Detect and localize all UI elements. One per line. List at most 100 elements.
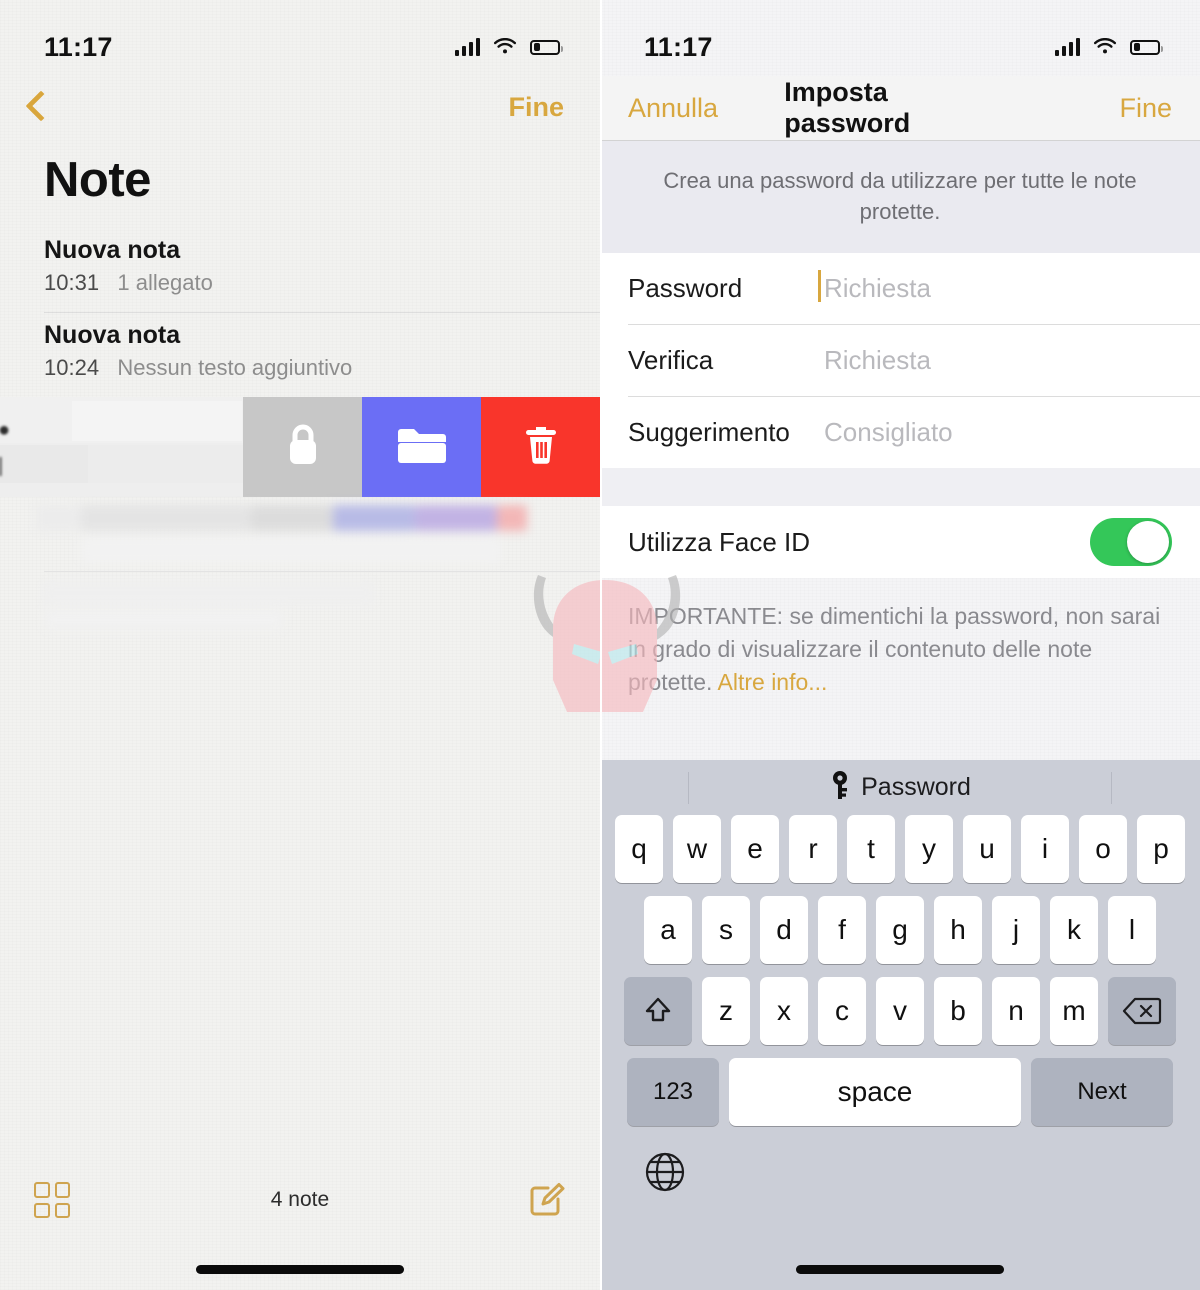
password-label: Password (628, 273, 743, 304)
shift-icon[interactable] (624, 977, 692, 1045)
status-icons (1055, 38, 1163, 56)
key-x[interactable]: x (760, 977, 808, 1045)
note-meta: 10:24 Nessun testo aggiuntivo (44, 355, 556, 381)
home-indicator (796, 1265, 1004, 1274)
status-time: 11:17 (644, 31, 713, 62)
lock-action-button[interactable] (243, 397, 362, 497)
important-text: IMPORTANTE: se dimentichi la password, n… (628, 603, 1161, 695)
done-button[interactable]: Fine (508, 92, 564, 123)
blurred-note-row-2[interactable] (0, 497, 600, 571)
key-g[interactable]: g (876, 896, 924, 964)
password-input[interactable]: Richiesta (818, 270, 931, 304)
key-r[interactable]: r (789, 815, 837, 883)
folder-icon (395, 422, 449, 473)
keyboard-row-3: z x c v b n m (600, 977, 1200, 1045)
page-title: Note (44, 153, 151, 207)
numbers-key[interactable]: 123 (627, 1058, 719, 1126)
globe-icon[interactable] (642, 1149, 688, 1195)
note-time: 10:31 (44, 270, 100, 295)
set-password-screen: 11:17 Annulla Imposta password Fine Crea… (600, 0, 1200, 1290)
key-j[interactable]: j (992, 896, 1040, 964)
note-count-label: 4 note (270, 1188, 330, 1211)
notes-list-screen: 11:17 Fine Note Nuova nota 10:31 1 alleg… (0, 0, 600, 1290)
status-time: 11:17 (44, 31, 113, 62)
battery-low-icon (530, 39, 563, 55)
key-y[interactable]: y (905, 815, 953, 883)
key-m[interactable]: m (1050, 977, 1098, 1045)
space-key[interactable]: space (729, 1058, 1021, 1126)
done-button[interactable]: Fine (1016, 93, 1172, 124)
verify-field-row[interactable]: Verifica Richiesta (600, 325, 1200, 396)
key-h[interactable]: h (934, 896, 982, 964)
hint-field-row[interactable]: Suggerimento Consigliato (600, 397, 1200, 468)
blurred-note-row-3[interactable] (0, 572, 600, 646)
key-e[interactable]: e (731, 815, 779, 883)
toggle-knob (1127, 521, 1169, 564)
key-i[interactable]: i (1021, 815, 1069, 883)
wifi-icon (493, 38, 517, 56)
key-s[interactable]: s (702, 896, 750, 964)
verify-input[interactable]: Richiesta (824, 345, 931, 376)
cancel-button[interactable]: Annulla (628, 93, 784, 124)
key-p[interactable]: p (1137, 815, 1185, 883)
password-form: Password Richiesta Verifica Richiesta Su… (600, 253, 1200, 469)
suggestion-label: Password (861, 773, 971, 801)
key-o[interactable]: o (1079, 815, 1127, 883)
lock-icon (281, 419, 325, 476)
password-field-row[interactable]: Password Richiesta (600, 253, 1200, 324)
text-caret (818, 270, 821, 303)
note-title: Nuova nota (44, 321, 181, 349)
section-gap (600, 468, 1200, 507)
notes-nav-bar: Fine (0, 76, 600, 138)
more-info-link[interactable]: Altre info... (718, 669, 828, 695)
move-to-folder-button[interactable] (362, 397, 481, 497)
key-u[interactable]: u (963, 815, 1011, 883)
note-meta: 10:31 1 allegato (44, 270, 556, 296)
trash-icon (519, 419, 563, 476)
key-c[interactable]: c (818, 977, 866, 1045)
keyboard-suggestion-bar[interactable]: Password (600, 760, 1200, 815)
delete-button[interactable] (481, 397, 600, 497)
cellular-bars-icon (1055, 38, 1080, 56)
key-a[interactable]: a (644, 896, 692, 964)
home-indicator (196, 1265, 404, 1274)
note-list-item-0[interactable]: Nuova nota 10:31 1 allegato (0, 228, 600, 312)
sheet-description: Crea una password da utilizzare per tutt… (600, 141, 1200, 254)
faceid-row[interactable]: Utilizza Face ID (600, 506, 1200, 579)
key-n[interactable]: n (992, 977, 1040, 1045)
key-z[interactable]: z (702, 977, 750, 1045)
faceid-label: Utilizza Face ID (628, 526, 811, 557)
dual-phone-screenshot: 11:17 Fine Note Nuova nota 10:31 1 alleg… (0, 0, 1200, 1290)
wifi-icon (1093, 38, 1117, 56)
key-t[interactable]: t (847, 815, 895, 883)
key-k[interactable]: k (1050, 896, 1098, 964)
keyboard-bottom-bar (600, 1139, 1200, 1195)
faceid-toggle[interactable] (1090, 518, 1172, 567)
note-preview: Nessun testo aggiuntivo (117, 355, 353, 380)
key-b[interactable]: b (934, 977, 982, 1045)
onscreen-keyboard: Password q w e r t y u i o p a s d f g h (600, 760, 1200, 1290)
key-v[interactable]: v (876, 977, 924, 1045)
chevron-left-icon[interactable] (20, 90, 54, 124)
note-list-item-1[interactable]: Nuova nota 10:24 Nessun testo aggiuntivo (0, 313, 600, 397)
verify-label: Verifica (628, 345, 714, 376)
status-icons (455, 38, 563, 56)
key-l[interactable]: l (1108, 896, 1156, 964)
key-q[interactable]: q (615, 815, 663, 883)
note-preview: 1 allegato (117, 270, 213, 295)
swiped-note-content-blurred[interactable]: ● | (0, 397, 243, 497)
status-bar-left: 11:17 (0, 0, 600, 76)
key-d[interactable]: d (760, 896, 808, 964)
hint-input[interactable]: Consigliato (824, 417, 953, 448)
keyboard-row-4: 123 space Next (600, 1058, 1200, 1126)
key-f[interactable]: f (818, 896, 866, 964)
compose-icon[interactable] (528, 1181, 566, 1219)
note-time: 10:24 (44, 355, 100, 380)
return-key[interactable]: Next (1031, 1058, 1173, 1126)
keyboard-row-1: q w e r t y u i o p (600, 815, 1200, 883)
battery-low-icon (1130, 39, 1163, 55)
password-nav-bar: Annulla Imposta password Fine (600, 76, 1200, 140)
delete-backspace-icon[interactable] (1108, 977, 1176, 1045)
key-w[interactable]: w (673, 815, 721, 883)
important-note: IMPORTANTE: se dimentichi la password, n… (600, 578, 1200, 698)
